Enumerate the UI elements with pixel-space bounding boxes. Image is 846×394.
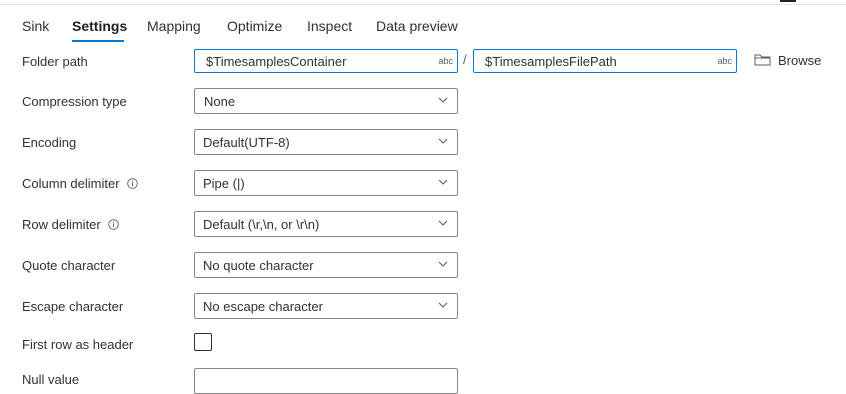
folder-container-value: $TimesamplesContainer — [206, 54, 347, 69]
column-delimiter-value: Pipe (|) — [203, 176, 245, 191]
compression-type-select[interactable]: None — [194, 88, 458, 114]
string-type-badge: abc — [438, 56, 453, 66]
info-icon[interactable] — [127, 178, 138, 189]
tab-sink[interactable]: Sink — [22, 18, 49, 34]
row-delimiter-select[interactable]: Default (\r,\n, or \r\n) — [194, 211, 458, 237]
compression-type-label: Compression type — [22, 94, 127, 109]
folder-file-path-value: $TimesamplesFilePath — [485, 54, 617, 69]
tab-data-preview[interactable]: Data preview — [376, 18, 458, 34]
first-row-header-checkbox[interactable] — [194, 333, 212, 351]
column-delimiter-text: Column delimiter — [22, 176, 120, 191]
row-delimiter-text: Row delimiter — [22, 217, 101, 232]
escape-character-label: Escape character — [22, 299, 124, 314]
encoding-label: Encoding — [22, 135, 77, 150]
active-tab-indicator — [72, 40, 124, 42]
chevron-down-icon — [438, 97, 448, 103]
chevron-down-icon — [438, 261, 448, 267]
escape-character-select[interactable]: No escape character — [194, 293, 458, 319]
folder-container-input[interactable]: $TimesamplesContainer abc — [194, 49, 458, 73]
chevron-down-icon — [438, 179, 448, 185]
folder-icon — [754, 54, 771, 66]
folder-path-label: Folder path — [22, 54, 88, 69]
chevron-down-icon — [438, 220, 448, 226]
tab-inspect[interactable]: Inspect — [307, 18, 352, 34]
quote-character-value: No quote character — [203, 258, 314, 273]
column-delimiter-label: Column delimiter — [22, 176, 138, 191]
tab-bar: Sink Settings Mapping Optimize Inspect D… — [0, 14, 846, 44]
path-separator: / — [463, 52, 467, 67]
chevron-down-icon — [438, 302, 448, 308]
quote-character-label: Quote character — [22, 258, 116, 273]
top-divider — [0, 4, 846, 5]
info-icon[interactable] — [108, 219, 120, 230]
first-row-header-label: First row as header — [22, 337, 134, 352]
row-delimiter-label: Row delimiter — [22, 217, 120, 232]
row-delimiter-value: Default (\r,\n, or \r\n) — [203, 217, 320, 232]
escape-character-value: No escape character — [203, 299, 323, 314]
folder-file-path-input[interactable]: $TimesamplesFilePath abc — [473, 49, 737, 73]
null-value-input[interactable] — [194, 368, 458, 394]
string-type-badge: abc — [717, 56, 732, 66]
chevron-down-icon — [438, 138, 448, 144]
column-delimiter-select[interactable]: Pipe (|) — [194, 170, 458, 196]
quote-character-select[interactable]: No quote character — [194, 252, 458, 278]
browse-label: Browse — [778, 53, 822, 68]
tab-settings[interactable]: Settings — [72, 18, 127, 34]
window-control-mark — [780, 0, 796, 2]
tab-mapping[interactable]: Mapping — [147, 18, 201, 34]
encoding-value: Default(UTF-8) — [203, 135, 290, 150]
encoding-select[interactable]: Default(UTF-8) — [194, 129, 458, 155]
tab-optimize[interactable]: Optimize — [227, 18, 282, 34]
compression-type-value: None — [204, 94, 236, 109]
